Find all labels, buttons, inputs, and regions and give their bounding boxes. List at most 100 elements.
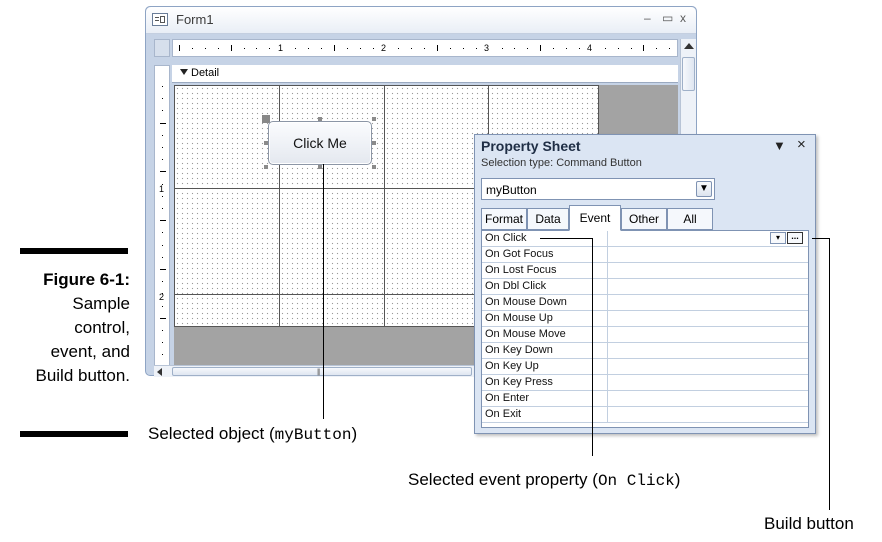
- column-divider: [607, 407, 608, 422]
- property-sheet: Property Sheet ▼ × Selection type: Comma…: [474, 134, 816, 434]
- property-row[interactable]: On Enter: [482, 391, 808, 407]
- ruler-dot: [346, 48, 348, 49]
- ruler-number: 4: [587, 43, 593, 53]
- property-row[interactable]: On Key Down: [482, 343, 808, 359]
- ruler-tick: [160, 269, 166, 270]
- minimize-button[interactable]: –: [644, 11, 651, 25]
- ruler-corner[interactable]: [154, 39, 170, 57]
- property-row[interactable]: On Mouse Up: [482, 311, 808, 327]
- ruler-dot: [372, 48, 374, 49]
- ruler-dot: [424, 48, 426, 49]
- object-selector[interactable]: myButton ▼: [481, 178, 715, 200]
- ruler-dot: [204, 48, 206, 49]
- ruler-dot: [398, 48, 400, 49]
- scroll-up-icon[interactable]: [684, 43, 694, 49]
- ruler-number: 1: [278, 43, 284, 53]
- column-divider: [607, 311, 608, 326]
- menu-icon[interactable]: ▼: [773, 138, 786, 153]
- scroll-thumb[interactable]: |||: [172, 367, 472, 376]
- ruler-dot: [162, 330, 163, 331]
- ruler-dot: [630, 48, 632, 49]
- ruler-dot: [162, 147, 163, 148]
- tab-other[interactable]: Other: [621, 208, 667, 230]
- close-icon[interactable]: ×: [797, 136, 806, 153]
- detail-section-bar[interactable]: Detail: [172, 65, 678, 83]
- property-name: On Mouse Up: [485, 312, 553, 324]
- column-divider: [607, 343, 608, 358]
- property-row[interactable]: On Key Up: [482, 359, 808, 375]
- ruler-number: 2: [381, 43, 387, 53]
- resize-handle[interactable]: [264, 165, 268, 169]
- tab-format[interactable]: Format: [481, 208, 527, 230]
- property-row[interactable]: On Key Press: [482, 375, 808, 391]
- restore-button[interactable]: ▭: [662, 11, 673, 25]
- build-button[interactable]: ...: [787, 232, 803, 244]
- property-row[interactable]: On Lost Focus: [482, 263, 808, 279]
- caption-line: event, and: [50, 342, 130, 361]
- click-me-button[interactable]: Click Me: [268, 121, 372, 165]
- ruler-dot: [269, 48, 271, 49]
- ruler-dot: [256, 48, 258, 49]
- tab-all[interactable]: All: [667, 208, 713, 230]
- ruler-dot: [162, 159, 163, 161]
- column-divider: [607, 295, 608, 310]
- callout-text: ): [351, 424, 358, 443]
- chevron-down-icon[interactable]: ▼: [696, 181, 712, 197]
- scroll-left-icon[interactable]: [157, 368, 162, 376]
- resize-handle[interactable]: [372, 165, 376, 169]
- ruler-number: 3: [484, 43, 490, 53]
- ruler-dot: [162, 342, 163, 344]
- callout-line: [592, 238, 593, 456]
- resize-handle[interactable]: [372, 141, 376, 145]
- ruler-dot: [501, 48, 503, 49]
- section-arrow-icon: [180, 69, 188, 75]
- ruler-number: 1: [159, 184, 165, 194]
- ruler-dot: [656, 48, 658, 49]
- ruler-tick: [333, 45, 335, 51]
- ruler-dot: [295, 48, 297, 49]
- property-row[interactable]: On Dbl Click: [482, 279, 808, 295]
- resize-handle[interactable]: [318, 165, 322, 169]
- ruler-dot: [578, 48, 580, 49]
- ruler-dot: [411, 48, 413, 49]
- ruler-tick: [160, 317, 166, 319]
- form-icon: [152, 13, 168, 26]
- ruler-dot: [243, 48, 245, 49]
- resize-handle[interactable]: [372, 117, 376, 121]
- property-name: On Dbl Click: [485, 280, 547, 292]
- horizontal-ruler[interactable]: 1 2 3 4: [172, 39, 678, 57]
- caption-rule-top: [20, 248, 128, 254]
- tab-data[interactable]: Data: [527, 208, 569, 230]
- close-button[interactable]: x: [680, 11, 686, 25]
- ruler-dot: [162, 305, 163, 307]
- property-name: On Mouse Down: [485, 296, 567, 308]
- caption-line: Sample: [72, 294, 130, 313]
- property-row-on-click[interactable]: On Click ▾ ...: [482, 231, 808, 247]
- scroll-thumb[interactable]: [682, 57, 695, 91]
- property-row[interactable]: On Exit: [482, 407, 808, 423]
- ruler-tick: [160, 171, 166, 173]
- property-row[interactable]: On Mouse Move: [482, 327, 808, 343]
- ruler-dot: [162, 98, 163, 100]
- property-row[interactable]: On Got Focus: [482, 247, 808, 263]
- callout-code: On Click: [597, 472, 675, 490]
- ruler-dot: [217, 48, 219, 49]
- ruler-dot: [162, 244, 163, 246]
- ruler-dot: [162, 293, 163, 295]
- ruler-dot: [308, 48, 309, 49]
- selected-object-value: myButton: [486, 183, 537, 197]
- dropdown-button[interactable]: ▾: [770, 232, 786, 244]
- property-name: On Mouse Move: [485, 328, 566, 340]
- property-name: On Got Focus: [485, 248, 554, 260]
- ruler-dot: [320, 48, 322, 49]
- ruler-tick: [160, 122, 166, 124]
- property-name: On Enter: [485, 392, 530, 404]
- property-row[interactable]: On Mouse Down: [482, 295, 808, 311]
- callout-text: Selected event property (: [408, 470, 598, 489]
- ruler-dot: [514, 48, 516, 49]
- ruler-dot: [162, 183, 163, 185]
- detail-section-label: Detail: [191, 67, 220, 79]
- tab-event[interactable]: Event: [569, 205, 621, 231]
- vertical-ruler[interactable]: 1 2: [154, 65, 170, 367]
- ruler-dot: [162, 256, 163, 258]
